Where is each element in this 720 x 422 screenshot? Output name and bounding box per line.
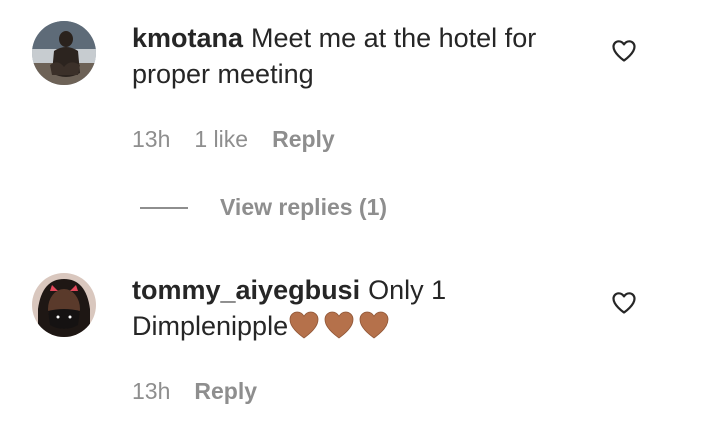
heart-outline-icon[interactable] [611, 39, 637, 63]
reply-button[interactable]: Reply [272, 126, 335, 153]
comment-username[interactable]: tommy_aiyegbusi [132, 275, 360, 305]
heart-outline-icon[interactable] [611, 291, 637, 315]
avatar-tommy-aiyegbusi[interactable] [32, 273, 96, 337]
view-replies-label: View replies (1) [220, 194, 388, 220]
comment-username[interactable]: kmotana [132, 23, 243, 53]
comment-time: 13h [132, 126, 171, 152]
reply-button[interactable]: Reply [194, 378, 257, 405]
comment-meta: 13h 1 like Reply [132, 126, 359, 153]
comment-likes[interactable]: 1 like [194, 126, 248, 153]
comment-time: 13h [132, 378, 171, 404]
avatar-kmotana[interactable] [32, 21, 96, 85]
brown-heart-icon [289, 311, 319, 339]
view-replies-divider [140, 206, 188, 209]
emoji-group [288, 311, 393, 341]
brown-heart-icon [324, 311, 354, 339]
comment-text: kmotana Meet me at the hotel for proper m… [132, 20, 582, 92]
comment-meta: 13h Reply [132, 378, 281, 405]
comment-text: tommy_aiyegbusi Only 1 Dimplenipple [132, 272, 582, 344]
brown-heart-icon [359, 311, 389, 339]
view-replies-button[interactable]: View replies (1) [140, 194, 387, 221]
